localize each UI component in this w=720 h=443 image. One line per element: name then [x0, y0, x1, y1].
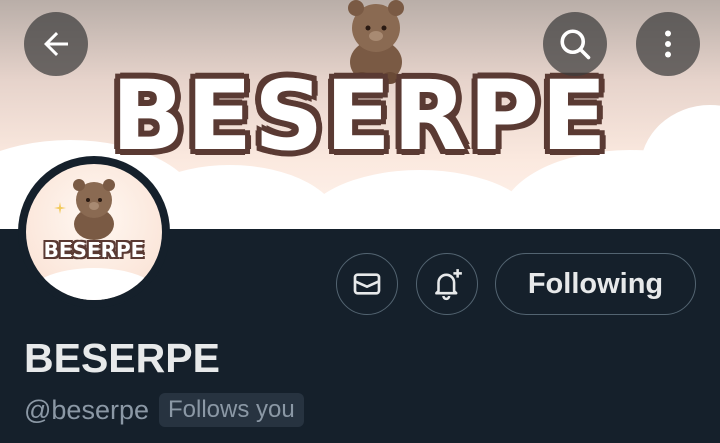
- search-button[interactable]: [543, 12, 607, 76]
- more-options-button[interactable]: [636, 12, 700, 76]
- message-button[interactable]: [336, 253, 398, 315]
- bear-avatar-illustration: [73, 179, 115, 240]
- bell-plus-icon: [435, 269, 462, 301]
- more-vertical-icon: [665, 30, 671, 58]
- sparkle-icon: [54, 202, 66, 214]
- cloud-decoration: [26, 268, 162, 300]
- banner-title: BESERPE: [111, 60, 609, 172]
- notifications-button[interactable]: [416, 253, 478, 315]
- avatar-text: BESERPE: [43, 238, 145, 262]
- search-icon: [560, 29, 591, 60]
- mail-icon: [353, 273, 381, 295]
- back-button[interactable]: [24, 12, 88, 76]
- avatar[interactable]: BESERPE: [26, 164, 162, 300]
- avatar-ring: BESERPE: [18, 156, 170, 308]
- following-button[interactable]: Following: [495, 253, 696, 315]
- arrow-left-icon: [44, 32, 68, 56]
- follows-you-badge: Follows you: [158, 393, 304, 427]
- handle-row: @beserpe Follows you: [24, 393, 304, 427]
- display-name: BESERPE: [24, 335, 220, 381]
- user-handle: @beserpe: [24, 394, 149, 425]
